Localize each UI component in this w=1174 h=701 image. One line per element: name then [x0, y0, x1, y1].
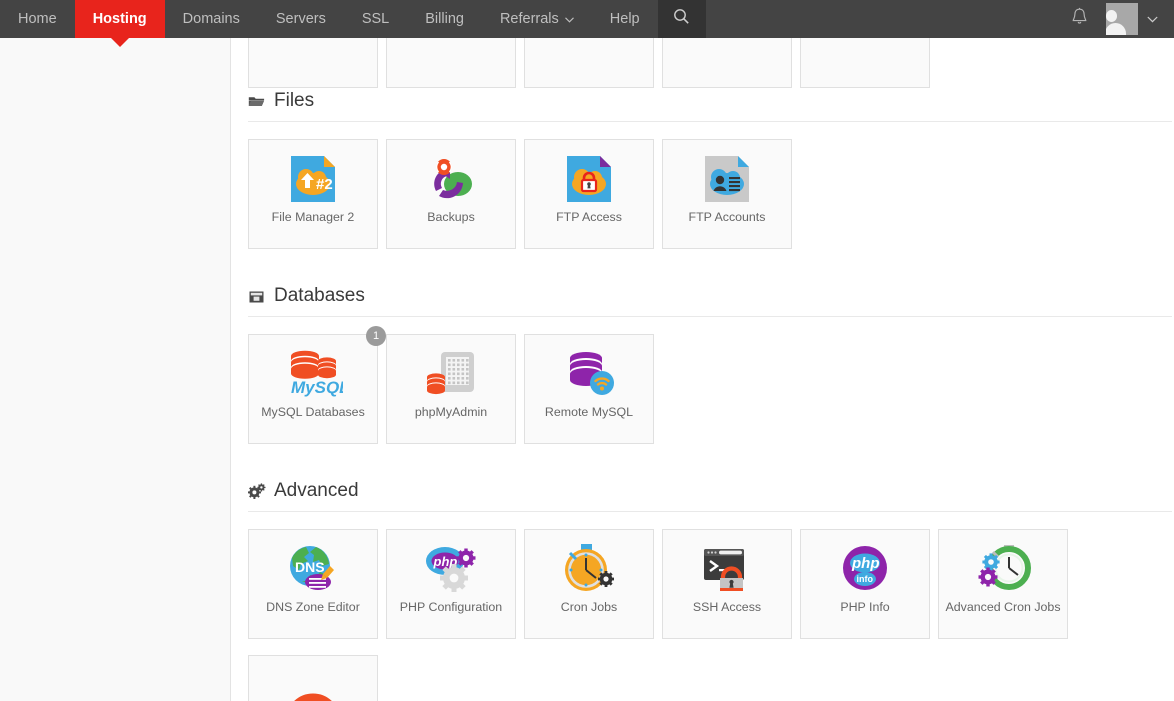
- card-label: phpMyAdmin: [414, 405, 488, 419]
- card-label: FTP Access: [556, 210, 622, 224]
- folder-open-icon: [248, 93, 265, 110]
- nav-items: Home Hosting Domains Servers SSL Billing…: [0, 0, 706, 47]
- user-avatar-icon: [1106, 3, 1138, 35]
- nav-item-label: Servers: [275, 11, 326, 27]
- card-grid-files: #2 File Manager 2 Backups FTP Access FTP…: [248, 122, 1172, 249]
- nav-right-group: [1053, 0, 1174, 38]
- card-label: SSH Access: [692, 600, 762, 614]
- nav-item-home[interactable]: Home: [0, 0, 75, 38]
- card-ftp-accounts[interactable]: FTP Accounts: [662, 139, 792, 249]
- mysql-icon: MySQL: [283, 343, 343, 405]
- nav-item-label: Billing: [425, 11, 464, 27]
- nav-item-label: Help: [609, 11, 640, 27]
- card-label: File Manager 2: [271, 210, 355, 224]
- card-grid-databases: 1 MySQ MySQL Databases phpMyAdmin Remote…: [248, 317, 1172, 444]
- section-title: Advanced: [274, 480, 359, 501]
- section-databases: Databases 1 MySQ MySQL Databases phpMyAd…: [248, 285, 1172, 444]
- section-title: Files: [274, 90, 315, 111]
- php-info-icon: php info: [838, 538, 892, 600]
- card-partial[interactable]: [662, 38, 792, 88]
- card-dns-zone-editor[interactable]: DNS DNS Zone Editor: [248, 529, 378, 639]
- bell-icon: [1071, 7, 1088, 31]
- notifications-button[interactable]: [1053, 7, 1106, 31]
- card-partial-bottom[interactable]: [248, 655, 378, 701]
- left-sidebar-panel: [0, 38, 231, 701]
- section-header: Advanced: [247, 480, 1172, 511]
- advanced-cron-jobs-icon: [974, 538, 1032, 600]
- card-backups[interactable]: Backups: [386, 139, 516, 249]
- top-navigation-bar: Home Hosting Domains Servers SSL Billing…: [0, 0, 1174, 47]
- card-label: PHP Info: [840, 600, 890, 614]
- chevron-down-icon: [1138, 12, 1166, 26]
- nav-item-servers[interactable]: Servers: [258, 0, 344, 38]
- database-box-icon: [248, 288, 265, 305]
- card-advanced-cron-jobs[interactable]: Advanced Cron Jobs: [938, 529, 1068, 639]
- card-mysql-databases[interactable]: 1 MySQ MySQL Databases: [248, 326, 386, 444]
- card-partial[interactable]: [800, 38, 930, 88]
- svg-text:info: info: [857, 574, 874, 584]
- orange-arc-icon: [285, 678, 341, 701]
- cut-off-card-row-above: [248, 38, 930, 88]
- backups-icon: [423, 148, 479, 210]
- search-icon: [673, 8, 690, 30]
- nav-item-billing[interactable]: Billing: [407, 0, 482, 38]
- card-remote-mysql[interactable]: Remote MySQL: [524, 334, 654, 444]
- svg-text:#2: #2: [316, 176, 333, 193]
- user-menu-button[interactable]: [1106, 3, 1166, 35]
- ftp-accounts-icon: [699, 148, 755, 210]
- remote-mysql-icon: [561, 343, 617, 405]
- section-advanced: Advanced DNS DNS Zone Editor php PHP Con…: [247, 480, 1172, 639]
- nav-item-ssl[interactable]: SSL: [344, 0, 407, 38]
- nav-item-label: Home: [18, 11, 57, 27]
- card-php-configuration[interactable]: php PHP Configuration: [386, 529, 516, 639]
- card-label: Remote MySQL: [544, 405, 634, 419]
- search-button[interactable]: [657, 0, 706, 38]
- nav-item-hosting[interactable]: Hosting: [74, 0, 165, 47]
- card-label: MySQL Databases: [261, 405, 365, 419]
- php-configuration-icon: php: [422, 538, 480, 600]
- card-label: Advanced Cron Jobs: [945, 600, 1061, 614]
- nav-item-help[interactable]: Help: [592, 0, 658, 38]
- nav-item-label: SSL: [361, 11, 390, 27]
- main-content-area: Files #2 File Manager 2 Backups FTP Acce…: [232, 38, 1174, 701]
- file-manager-2-icon: #2: [285, 148, 341, 210]
- card-phpmyadmin[interactable]: phpMyAdmin: [386, 334, 516, 444]
- nav-item-label: Domains: [182, 11, 240, 27]
- nav-item-domains[interactable]: Domains: [165, 0, 258, 38]
- section-header: Files: [248, 90, 1172, 121]
- nav-item-label: Referrals: [499, 11, 559, 27]
- card-partial[interactable]: [386, 38, 516, 88]
- card-label: FTP Accounts: [688, 210, 766, 224]
- card-label: PHP Configuration: [399, 600, 503, 614]
- card-file-manager-2[interactable]: #2 File Manager 2: [248, 139, 378, 249]
- ftp-access-icon: [561, 148, 617, 210]
- svg-text:php: php: [851, 555, 880, 572]
- card-ftp-access[interactable]: FTP Access: [524, 139, 654, 249]
- svg-text:DNS: DNS: [295, 559, 325, 575]
- card-label: DNS Zone Editor: [266, 600, 360, 614]
- card-partial[interactable]: [524, 38, 654, 88]
- card-cron-jobs[interactable]: Cron Jobs: [524, 529, 654, 639]
- nav-item-label: Hosting: [92, 11, 147, 27]
- svg-text:MySQL: MySQL: [291, 378, 343, 397]
- nav-item-referrals[interactable]: Referrals: [482, 0, 592, 38]
- active-tab-caret-icon: [110, 38, 129, 47]
- phpmyadmin-icon: [423, 343, 479, 405]
- card-ssh-access[interactable]: SSH Access: [662, 529, 792, 639]
- section-files: Files #2 File Manager 2 Backups FTP Acce…: [248, 90, 1172, 249]
- section-title: Databases: [274, 285, 365, 306]
- card-label: Backups: [427, 210, 475, 224]
- ssh-access-icon: [699, 538, 755, 600]
- card-partial[interactable]: [248, 38, 378, 88]
- status-badge: 1: [366, 326, 386, 346]
- card-label: Cron Jobs: [560, 600, 618, 614]
- section-header: Databases: [248, 285, 1172, 316]
- cron-jobs-icon: [561, 538, 617, 600]
- card-grid-advanced: DNS DNS Zone Editor php PHP Configuratio…: [248, 512, 1172, 639]
- chevron-down-icon: [564, 14, 574, 26]
- gears-icon: [247, 482, 266, 500]
- dns-zone-editor-icon: DNS: [285, 538, 341, 600]
- card-php-info[interactable]: php info PHP Info: [800, 529, 930, 639]
